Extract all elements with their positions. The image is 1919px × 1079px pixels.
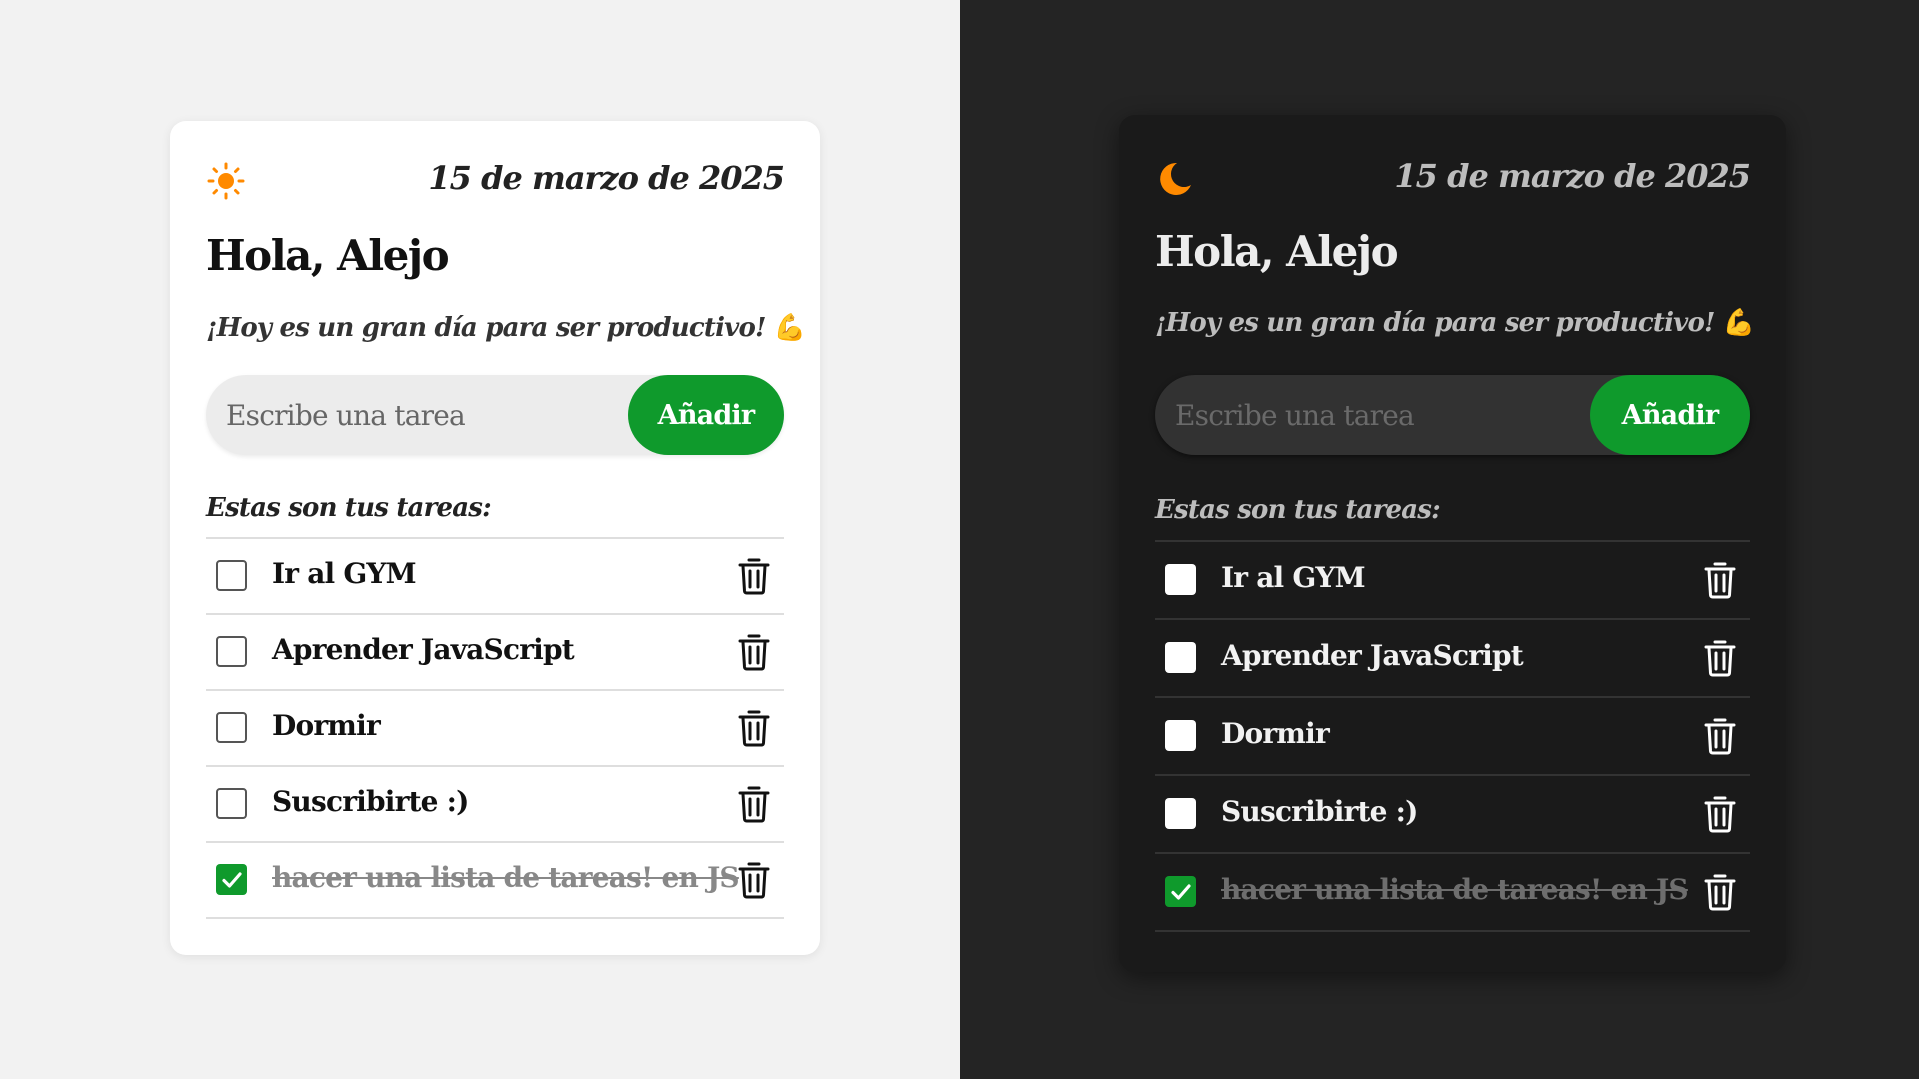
task-item: Dormir [206, 691, 784, 767]
task-input[interactable] [206, 375, 611, 455]
task-label: Suscribirte :) [272, 785, 469, 818]
moon-icon[interactable] [1155, 159, 1195, 199]
todo-card: 15 de marzo de 2025 Hola, Alejo ¡Hoy es … [170, 121, 820, 955]
task-checkbox[interactable] [216, 636, 247, 667]
task-label: Dormir [272, 709, 381, 742]
todo-card: 15 de marzo de 2025 Hola, Alejo ¡Hoy es … [1119, 115, 1786, 972]
task-label: hacer una lista de tareas! en JS [1221, 873, 1689, 906]
motivation-message: ¡Hoy es un gran día para ser productivo! [1155, 308, 1715, 338]
task-checkbox[interactable] [1165, 798, 1196, 829]
trash-icon[interactable] [1704, 639, 1736, 677]
task-checkbox[interactable] [1165, 564, 1196, 595]
task-checkbox[interactable] [1165, 720, 1196, 751]
task-label: Ir al GYM [1221, 561, 1366, 594]
greeting-title: Hola, Alejo [206, 231, 450, 280]
task-item: Aprender JavaScript [1155, 620, 1750, 698]
task-label: Aprender JavaScript [1221, 639, 1524, 672]
light-theme-panel: 15 de marzo de 2025 Hola, Alejo ¡Hoy es … [0, 0, 960, 1079]
task-checkbox[interactable] [216, 712, 247, 743]
add-button[interactable]: Añadir [1590, 375, 1750, 455]
motivation-text: ¡Hoy es un gran día para ser productivo!… [206, 313, 806, 343]
task-list: Ir al GYM Aprender JavaScript Dormir Suscri… [1155, 540, 1750, 932]
task-list-title: Estas son tus tareas: [206, 493, 492, 523]
card-header: 15 de marzo de 2025 [1155, 155, 1751, 203]
trash-icon[interactable] [738, 709, 770, 747]
task-item: Aprender JavaScript [206, 615, 784, 691]
task-checkbox[interactable] [216, 788, 247, 819]
task-item: hacer una lista de tareas! en JS [1155, 854, 1750, 932]
trash-icon[interactable] [1704, 795, 1736, 833]
trash-icon[interactable] [738, 633, 770, 671]
task-label: hacer una lista de tareas! en JS [272, 861, 740, 894]
sun-icon[interactable] [206, 161, 246, 201]
greeting-title: Hola, Alejo [1155, 227, 1399, 276]
flexed-biceps-icon: 💪 [1722, 308, 1755, 338]
task-checkbox[interactable] [1165, 642, 1196, 673]
add-button[interactable]: Añadir [628, 375, 784, 455]
task-item: Ir al GYM [1155, 542, 1750, 620]
date-label: 15 de marzo de 2025 [428, 159, 785, 197]
trash-icon[interactable] [738, 557, 770, 595]
motivation-text: ¡Hoy es un gran día para ser productivo!… [1155, 308, 1755, 338]
task-checkbox[interactable] [216, 864, 247, 895]
task-checkbox[interactable] [216, 560, 247, 591]
task-checkbox[interactable] [1165, 876, 1196, 907]
task-list: Ir al GYM Aprender JavaScript Dormir Suscri… [206, 537, 784, 919]
card-header: 15 de marzo de 2025 [206, 157, 785, 205]
task-label: Aprender JavaScript [272, 633, 575, 666]
task-item: Suscribirte :) [206, 767, 784, 843]
trash-icon[interactable] [738, 785, 770, 823]
date-label: 15 de marzo de 2025 [1394, 157, 1751, 195]
task-label: Ir al GYM [272, 557, 417, 590]
flexed-biceps-icon: 💪 [773, 313, 806, 343]
add-task-form: Añadir [1155, 375, 1750, 455]
task-item: Ir al GYM [206, 539, 784, 615]
trash-icon[interactable] [738, 861, 770, 899]
task-item: hacer una lista de tareas! en JS [206, 843, 784, 919]
dark-theme-panel: 15 de marzo de 2025 Hola, Alejo ¡Hoy es … [960, 0, 1919, 1079]
trash-icon[interactable] [1704, 873, 1736, 911]
trash-icon[interactable] [1704, 717, 1736, 755]
add-task-form: Añadir [206, 375, 784, 455]
trash-icon[interactable] [1704, 561, 1736, 599]
task-item: Suscribirte :) [1155, 776, 1750, 854]
task-list-title: Estas son tus tareas: [1155, 495, 1441, 525]
motivation-message: ¡Hoy es un gran día para ser productivo! [206, 313, 766, 343]
task-input[interactable] [1155, 375, 1572, 455]
task-label: Dormir [1221, 717, 1330, 750]
task-item: Dormir [1155, 698, 1750, 776]
task-label: Suscribirte :) [1221, 795, 1418, 828]
